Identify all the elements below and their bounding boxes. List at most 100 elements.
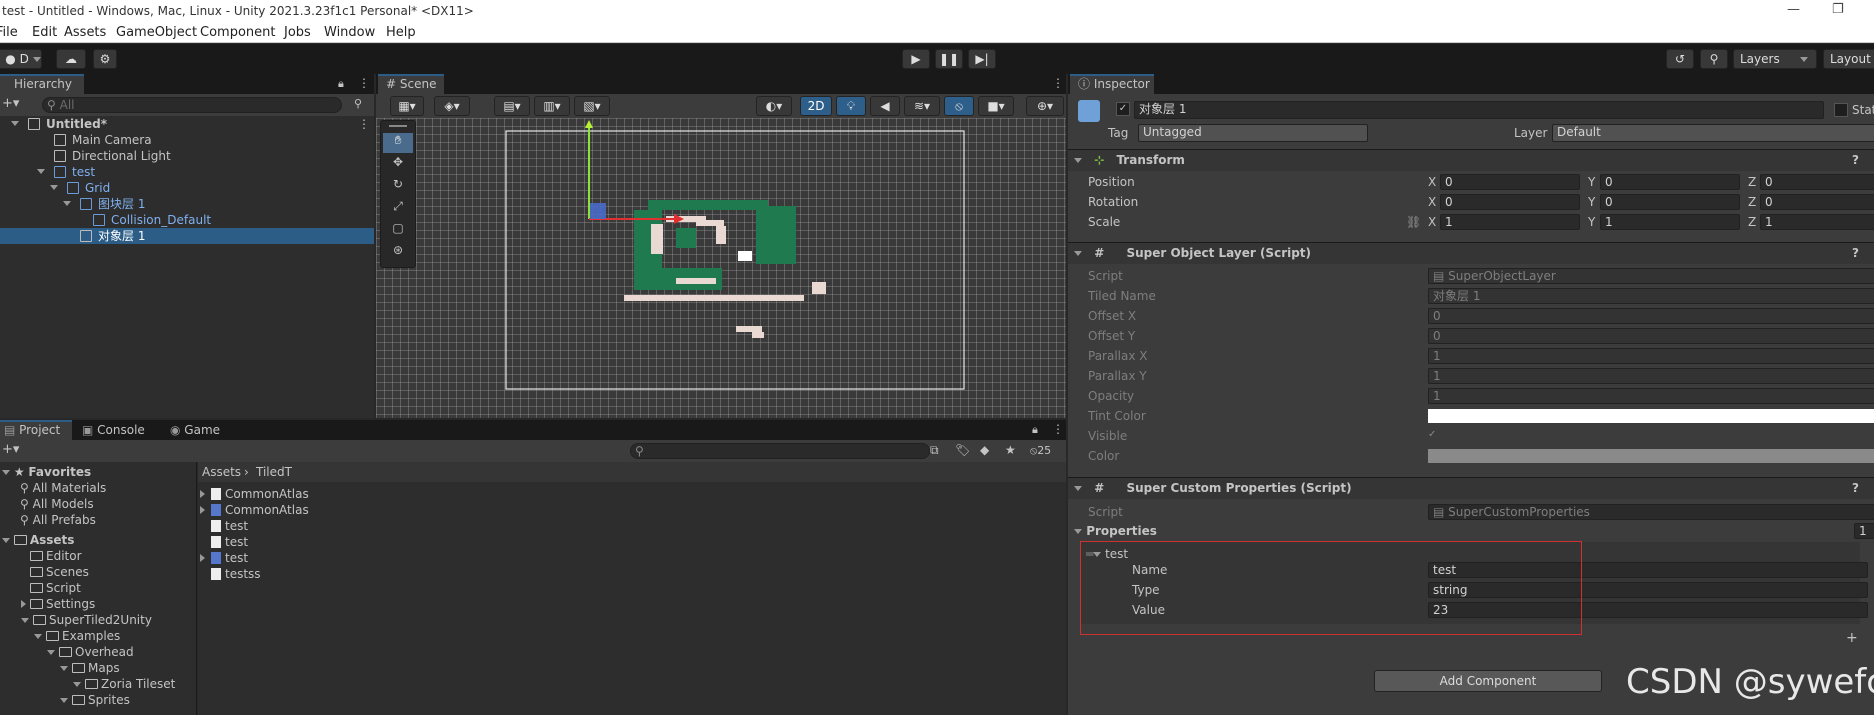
tag-dropdown[interactable]: Untagged xyxy=(1138,124,1368,142)
hierarchy-item[interactable]: Collision_Default xyxy=(0,212,374,228)
folder-tree-item[interactable]: Overhead xyxy=(47,644,134,660)
lock-icon[interactable]: 🔒︎ xyxy=(338,77,344,91)
asset-item[interactable]: testss xyxy=(200,566,261,582)
tab-scene[interactable]: # Scene xyxy=(378,74,444,94)
breadcrumb-assets[interactable]: Assets xyxy=(202,464,241,480)
toggle-2d-button[interactable]: 2D xyxy=(800,96,832,116)
rotate-tool-button[interactable]: ↻ xyxy=(383,177,413,197)
favorite-item[interactable]: ⚲ All Materials xyxy=(20,480,106,496)
asset-item[interactable]: test xyxy=(200,534,248,550)
favorite-star-icon[interactable]: ★ xyxy=(1005,443,1016,457)
menu-item-2[interactable]: Assets xyxy=(64,25,106,40)
properties-count[interactable]: 1 xyxy=(1854,523,1874,539)
visibility-toggle[interactable]: ⦸ xyxy=(944,96,974,116)
transform-y-field[interactable]: 0 xyxy=(1600,174,1740,190)
create-plus-icon[interactable]: +▾ xyxy=(2,96,19,111)
properties-foldout[interactable]: Properties xyxy=(1074,523,1157,539)
static-checkbox[interactable] xyxy=(1834,103,1848,117)
tab-console[interactable]: ▣ Console xyxy=(78,420,158,440)
transform-y-field[interactable]: 1 xyxy=(1600,214,1740,230)
favorites-header[interactable]: ★ Favorites xyxy=(2,464,91,480)
play-button[interactable]: ▶ xyxy=(902,49,930,69)
scene-view[interactable] xyxy=(376,118,1066,418)
grid-snap-dropdown[interactable]: ▤▾ xyxy=(494,96,530,116)
more-menu-icon[interactable]: ⋮ xyxy=(358,76,370,90)
transform-x-field[interactable]: 1 xyxy=(1440,214,1580,230)
tab-inspector[interactable]: ⓘ Inspector xyxy=(1070,74,1154,94)
hidden-packages-icon[interactable]: ⦸25 xyxy=(1030,444,1051,458)
menu-item-5[interactable]: Jobs xyxy=(284,25,311,40)
transform-tool-button[interactable]: ⊛ xyxy=(383,243,413,263)
render-mode-dropdown[interactable]: ◐▾ xyxy=(756,96,792,116)
step-button[interactable]: ▶| xyxy=(968,49,996,69)
menu-item-6[interactable]: Window xyxy=(324,25,375,40)
tab-game[interactable]: ◉ Game xyxy=(166,420,236,440)
folder-tree-item[interactable]: Maps xyxy=(60,660,120,676)
object-name-field[interactable]: 对象层 1 xyxy=(1134,101,1824,119)
hierarchy-item[interactable]: Directional Light xyxy=(0,148,374,164)
account-dropdown[interactable]: ● D xyxy=(0,49,42,69)
folder-tree-item[interactable]: Script xyxy=(21,580,81,596)
help-icon[interactable]: ? xyxy=(1852,243,1859,264)
transform-header[interactable]: ⊹ Transform ? xyxy=(1068,149,1874,171)
collab-button[interactable]: ⚙ xyxy=(93,49,117,69)
transform-x-field[interactable]: 0 xyxy=(1440,174,1580,190)
project-more-icon[interactable]: ⋮ xyxy=(1052,422,1064,436)
constrain-proportions-icon[interactable]: ⛓ xyxy=(1406,214,1421,230)
scene-more-icon[interactable]: ⋮ xyxy=(358,116,370,132)
project-create-icon[interactable]: +▾ xyxy=(2,442,19,457)
menu-item-0[interactable]: File xyxy=(0,25,18,40)
search-button[interactable]: ⚲ xyxy=(1700,49,1728,69)
asset-item[interactable]: test xyxy=(200,518,248,534)
camera-dropdown[interactable]: ■▾ xyxy=(978,96,1014,116)
rect-tool-button[interactable]: ▢ xyxy=(383,221,413,241)
project-lock-icon[interactable]: 🔒︎ xyxy=(1032,423,1038,437)
scene-more-icon[interactable]: ⋮ xyxy=(1052,76,1064,90)
transform-z-field[interactable]: 0 xyxy=(1760,174,1874,190)
draw-mode-dropdown[interactable]: ▦▾ xyxy=(390,96,424,116)
asset-item[interactable]: test xyxy=(200,550,248,566)
assets-header[interactable]: Assets xyxy=(2,532,74,548)
hierarchy-search-input[interactable]: ⚲ All xyxy=(42,97,342,113)
transform-x-field[interactable]: 0 xyxy=(1440,194,1580,210)
align-dropdown[interactable]: ▧▾ xyxy=(574,96,610,116)
tab-hierarchy[interactable]: Hierarchy xyxy=(0,74,84,94)
move-plane-handle[interactable] xyxy=(590,203,606,219)
menu-item-4[interactable]: Component xyxy=(200,25,275,40)
favorite-item[interactable]: ⚲ All Prefabs xyxy=(20,512,96,528)
super-custom-properties-header[interactable]: # Super Custom Properties (Script) ? xyxy=(1068,477,1874,499)
history-button[interactable]: ↺ xyxy=(1666,49,1694,69)
hierarchy-item[interactable]: Grid xyxy=(0,180,374,196)
favorite-item[interactable]: ⚲ All Models xyxy=(20,496,94,512)
tag-icon[interactable]: ◆ xyxy=(980,443,989,457)
project-search-input[interactable]: ⚲ xyxy=(630,443,930,459)
asset-item[interactable]: CommonAtlas xyxy=(200,502,309,518)
folder-tree-item[interactable]: Examples xyxy=(34,628,120,644)
add-component-button[interactable]: Add Component xyxy=(1374,670,1602,692)
audio-toggle[interactable]: ◀︎ xyxy=(870,96,900,116)
search-filter-icon[interactable]: ⚲ xyxy=(354,97,362,110)
hierarchy-item[interactable]: Main Camera xyxy=(0,132,374,148)
cloud-button[interactable]: ☁ xyxy=(56,49,86,69)
hierarchy-item[interactable]: 对象层 1 xyxy=(0,228,374,244)
gizmos-dropdown[interactable]: ⊕▾ xyxy=(1026,96,1064,116)
folder-tree-item[interactable]: Settings xyxy=(21,596,95,612)
pause-button[interactable]: ❚❚ xyxy=(935,49,963,69)
folder-tree-item[interactable]: SuperTiled2Unity xyxy=(21,612,152,628)
layer-dropdown[interactable]: Default xyxy=(1552,124,1874,142)
shading-dropdown[interactable]: ◈▾ xyxy=(434,96,470,116)
active-checkbox[interactable]: ✓ xyxy=(1116,102,1130,116)
super-object-layer-header[interactable]: # Super Object Layer (Script) ? xyxy=(1068,242,1874,264)
asset-item[interactable]: CommonAtlas xyxy=(200,486,309,502)
tab-project[interactable]: ▤ Project xyxy=(0,420,72,440)
search-by-label-icon[interactable]: 🏷︎ xyxy=(955,443,970,457)
breadcrumb-tiledt[interactable]: TiledT xyxy=(256,464,292,480)
maximize-icon[interactable]: ❐ xyxy=(1832,2,1844,17)
layers-dropdown[interactable]: Layers xyxy=(1733,49,1817,69)
search-by-type-icon[interactable]: ⧉ xyxy=(930,443,939,458)
menu-item-1[interactable]: Edit xyxy=(32,25,57,40)
minimize-icon[interactable]: — xyxy=(1787,2,1800,17)
effects-dropdown[interactable]: ≋▾ xyxy=(904,96,940,116)
menu-item-3[interactable]: GameObject xyxy=(116,25,197,40)
hierarchy-item[interactable]: Untitled* ⋮ xyxy=(0,116,374,132)
